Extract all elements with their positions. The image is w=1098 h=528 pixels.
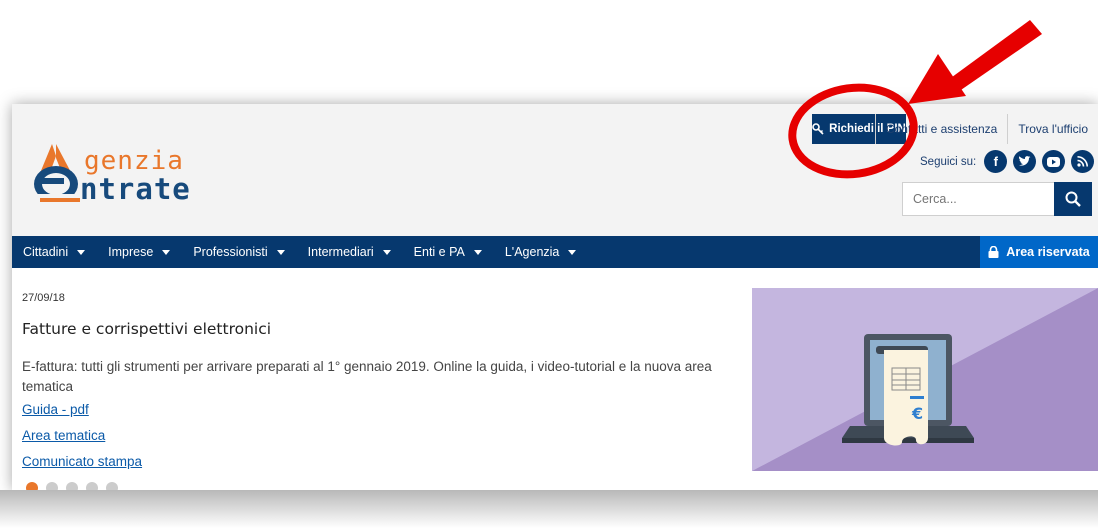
news-description: E-fattura: tutti gli strumenti per arriv… [22,359,712,394]
search-button[interactable] [1054,182,1092,216]
search-input[interactable] [902,182,1054,216]
chevron-down-icon [77,249,86,255]
rss-icon[interactable] [1071,150,1095,173]
browser-page-frame: genzia ntrate Richiedi il PIN Contatti e… [12,104,1098,490]
twitter-icon[interactable] [1013,150,1037,173]
news-date: 27/09/18 [22,292,65,304]
nav-item-professionisti[interactable]: Professionisti [182,236,296,268]
utility-links: Contatti e assistenza Trova l'ufficio [874,112,1098,146]
area-riservata-label: Area riservata [1006,245,1090,259]
comunicato-stampa-link[interactable]: Comunicato stampa [22,454,142,469]
social-label: Seguici su: [920,155,977,168]
red-arrow-icon [908,20,1042,104]
nav-label: Enti e PA [413,245,465,259]
search-icon [1065,191,1081,207]
nav-item-agenzia[interactable]: L'Agenzia [494,236,589,268]
area-tematica-link[interactable]: Area tematica [22,428,105,443]
youtube-icon[interactable] [1042,150,1066,173]
search-box [902,182,1092,216]
chevron-down-icon [276,249,285,255]
carousel-dot[interactable] [26,482,38,490]
site-header: genzia ntrate Richiedi il PIN Contatti e… [12,104,1098,236]
nav-label: Professionisti [193,245,268,259]
nav-label: L'Agenzia [504,245,560,259]
nav-item-imprese[interactable]: Imprese [97,236,182,268]
carousel-dot[interactable] [66,482,78,490]
chevron-down-icon [568,249,577,255]
logo-text-line2: ntrate [80,172,191,206]
carousel-dot[interactable] [46,482,58,490]
news-title: Fatture e corrispettivi elettronici [22,320,272,338]
facebook-icon[interactable]: f [984,150,1008,173]
social-links: Seguici su: f [920,150,1095,173]
nav-item-intermediari[interactable]: Intermediari [297,236,403,268]
chevron-down-icon [382,249,391,255]
carousel-dot[interactable] [86,482,98,490]
carousel-dot[interactable] [106,482,118,490]
nav-label: Cittadini [23,245,69,259]
chevron-down-icon [473,249,482,255]
lock-icon [988,246,999,258]
chevron-down-icon [162,249,171,255]
nav-item-enti-pa[interactable]: Enti e PA [403,236,494,268]
agenzia-entrate-logo[interactable]: genzia ntrate [26,138,226,208]
key-icon [812,123,824,135]
nav-item-cittadini[interactable]: Cittadini [12,236,97,268]
guida-pdf-link[interactable]: Guida - pdf [22,402,89,417]
laptop-invoice-icon: € [752,288,1098,471]
nav-label: Intermediari [307,245,374,259]
contatti-assistenza-link[interactable]: Contatti e assistenza [874,114,1007,144]
area-riservata-button[interactable]: Area riservata [980,236,1098,268]
carousel-dots [26,482,118,490]
screenshot-shadow [0,490,1098,528]
trova-ufficio-link[interactable]: Trova l'ufficio [1007,114,1098,144]
news-carousel: 27/09/18 Fatture e corrispettivi elettro… [12,268,1098,490]
e-invoice-illustration: € [752,288,1098,471]
main-nav: Cittadini Imprese Professionisti Interme… [12,236,1098,268]
nav-label: Imprese [108,245,154,259]
svg-text:€: € [911,404,923,423]
